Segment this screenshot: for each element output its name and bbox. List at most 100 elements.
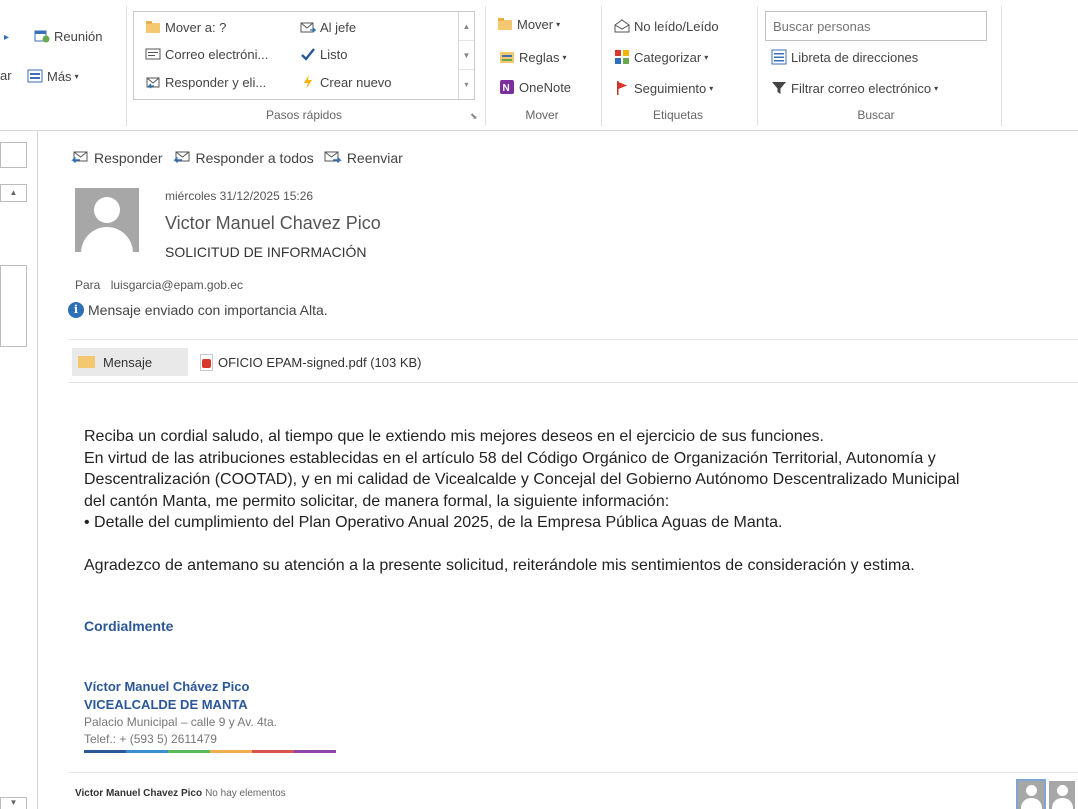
scroll-down-icon[interactable]: ▼ xyxy=(0,797,27,809)
body-line: del cantón Manta, me permito solicitar, … xyxy=(84,492,670,510)
ribbon-separator xyxy=(1001,6,1002,126)
address-book-button[interactable]: Libreta de direcciones xyxy=(771,49,918,65)
scroll-up-icon[interactable]: ▲ xyxy=(459,12,474,41)
search-people-input[interactable] xyxy=(765,11,987,41)
quick-steps-group-label: Pasos rápidos xyxy=(265,108,343,122)
forward-button[interactable]: Reenviar xyxy=(324,148,403,167)
body-line: En virtud de las atribuciones establecid… xyxy=(84,449,936,467)
sender-avatar xyxy=(75,188,139,252)
signature-title: VICEALCALDE DE MANTA xyxy=(84,697,248,712)
dropdown-arrow-icon: ▾ xyxy=(704,52,709,62)
collapsed-pane-panel[interactable] xyxy=(0,265,27,347)
filter-icon xyxy=(771,80,787,96)
reply-icon xyxy=(71,148,89,167)
people-pane: Victor Manuel Chavez Pico No hay elemento… xyxy=(69,772,1078,809)
signature-bar-segment xyxy=(294,750,336,753)
meeting-icon xyxy=(34,28,50,44)
signature-bar-segment xyxy=(84,750,126,753)
people-pane-avatar-selected[interactable] xyxy=(1016,779,1046,809)
body-bullet: • Detalle del cumplimiento del Plan Oper… xyxy=(84,514,783,531)
quick-step-to-manager[interactable]: Al jefe xyxy=(300,19,356,35)
signature-address: Palacio Municipal – calle 9 y Av. 4ta. xyxy=(84,715,277,729)
scroll-down-icon[interactable]: ▼ xyxy=(459,41,474,70)
envelope-icon xyxy=(78,356,95,368)
body-line: Reciba un cordial saludo, al tiempo que … xyxy=(84,428,824,445)
attachment-divider xyxy=(69,382,1078,383)
attachment-bar: Mensaje OFICIO EPAM-signed.pdf (103 KB) xyxy=(72,348,422,376)
categorize-icon xyxy=(614,49,630,65)
filter-email-button[interactable]: Filtrar correo electrónico ▾ xyxy=(771,80,938,96)
message-action-bar: Responder Responder a todos Reenviar xyxy=(71,148,403,167)
ribbon: ▸ Reunión ar Más ▾ ▲ ▼ ▾ Mover a: ? Al j… xyxy=(0,0,1078,131)
rules-button[interactable]: Reglas ▾ xyxy=(499,49,566,65)
categorize-button[interactable]: Categorizar ▾ xyxy=(614,49,708,65)
checkmark-icon xyxy=(300,46,316,62)
collapsed-pane-box[interactable] xyxy=(0,142,27,168)
reply-all-button[interactable]: Responder a todos xyxy=(172,148,314,167)
dropdown-arrow-icon: ▾ xyxy=(562,52,567,62)
pdf-icon xyxy=(200,353,213,371)
envelope-open-icon xyxy=(614,18,630,34)
forward-icon xyxy=(324,148,342,167)
quick-step-email[interactable]: Correo electróni... xyxy=(145,46,268,62)
more-respond-button[interactable]: Más ▾ xyxy=(27,68,79,84)
quick-step-move-to[interactable]: Mover a: ? xyxy=(145,19,226,35)
chevron-right-icon: ▸ xyxy=(4,32,10,43)
onenote-icon: N xyxy=(499,79,515,95)
ribbon-separator xyxy=(757,6,758,126)
dropdown-arrow-icon: ▾ xyxy=(556,19,561,29)
ribbon-separator xyxy=(485,6,486,126)
sender-name[interactable]: Victor Manuel Chavez Pico xyxy=(165,213,381,234)
find-group-label: Buscar xyxy=(857,108,895,122)
tags-group-label: Etiquetas xyxy=(652,108,704,122)
ribbon-separator xyxy=(601,6,602,126)
quick-step-create-new[interactable]: Crear nuevo xyxy=(300,74,392,90)
importance-notice: i Mensaje enviado con importancia Alta. xyxy=(68,302,328,318)
follow-up-button[interactable]: Seguimiento ▾ xyxy=(614,80,713,96)
pdf-attachment[interactable]: OFICIO EPAM-signed.pdf (103 KB) xyxy=(200,353,422,371)
expand-gallery-icon[interactable]: ▾ xyxy=(459,70,474,99)
recipient-address[interactable]: luisgarcia@epam.gob.ec xyxy=(111,278,243,292)
onenote-button[interactable]: N OneNote xyxy=(499,79,571,95)
folder-pane-strip: ▲ ▼ xyxy=(0,131,38,809)
info-icon: i xyxy=(68,302,84,318)
quick-step-done[interactable]: Listo xyxy=(300,46,347,62)
rules-icon xyxy=(499,49,515,65)
people-pane-avatar[interactable] xyxy=(1049,781,1075,809)
scroll-up-icon[interactable]: ▲ xyxy=(0,184,27,202)
more-icon xyxy=(27,68,43,84)
svg-text:N: N xyxy=(503,83,510,94)
quick-step-reply-delete[interactable]: Responder y eli... xyxy=(145,74,266,90)
signature-color-bar xyxy=(84,750,336,753)
dropdown-arrow-icon: ▾ xyxy=(709,83,714,93)
ribbon-left-arrow: ▸ xyxy=(4,32,9,43)
email-icon xyxy=(145,46,161,62)
message-subject: SOLICITUD DE INFORMACIÓN xyxy=(165,244,367,260)
dialog-launcher-icon[interactable]: ⬊ xyxy=(470,111,478,122)
ribbon-separator xyxy=(126,6,127,126)
folder-move-icon xyxy=(497,16,513,32)
ribbon-truncated-label: ar xyxy=(0,68,12,83)
lightning-icon xyxy=(300,74,316,90)
signature-name: Víctor Manuel Chávez Pico xyxy=(84,679,250,694)
message-date: miércoles 31/12/2025 15:26 xyxy=(165,189,314,203)
meeting-button[interactable]: Reunión xyxy=(34,28,102,44)
move-button[interactable]: Mover ▾ xyxy=(497,16,560,32)
dropdown-arrow-icon: ▾ xyxy=(934,83,939,93)
signature-bar-segment xyxy=(168,750,210,753)
people-pane-label: Victor Manuel Chavez Pico No hay elemento… xyxy=(75,788,286,799)
reply-all-icon xyxy=(172,148,191,167)
closing-text: Cordialmente xyxy=(84,618,174,634)
forward-mail-icon xyxy=(300,19,317,35)
signature-bar-segment xyxy=(126,750,168,753)
flag-icon xyxy=(614,80,630,96)
unread-read-button[interactable]: No leído/Leído xyxy=(614,18,719,34)
signature-bar-segment xyxy=(252,750,294,753)
people-pane-status: No hay elementos xyxy=(205,788,286,799)
people-pane-name[interactable]: Victor Manuel Chavez Pico xyxy=(75,788,202,799)
signature-bar-segment xyxy=(210,750,252,753)
reply-button[interactable]: Responder xyxy=(71,148,163,167)
quick-steps-scroll[interactable]: ▲ ▼ ▾ xyxy=(458,12,474,99)
message-tab[interactable]: Mensaje xyxy=(72,348,188,376)
body-line: Agradezco de antemano su atención a la p… xyxy=(84,557,915,574)
